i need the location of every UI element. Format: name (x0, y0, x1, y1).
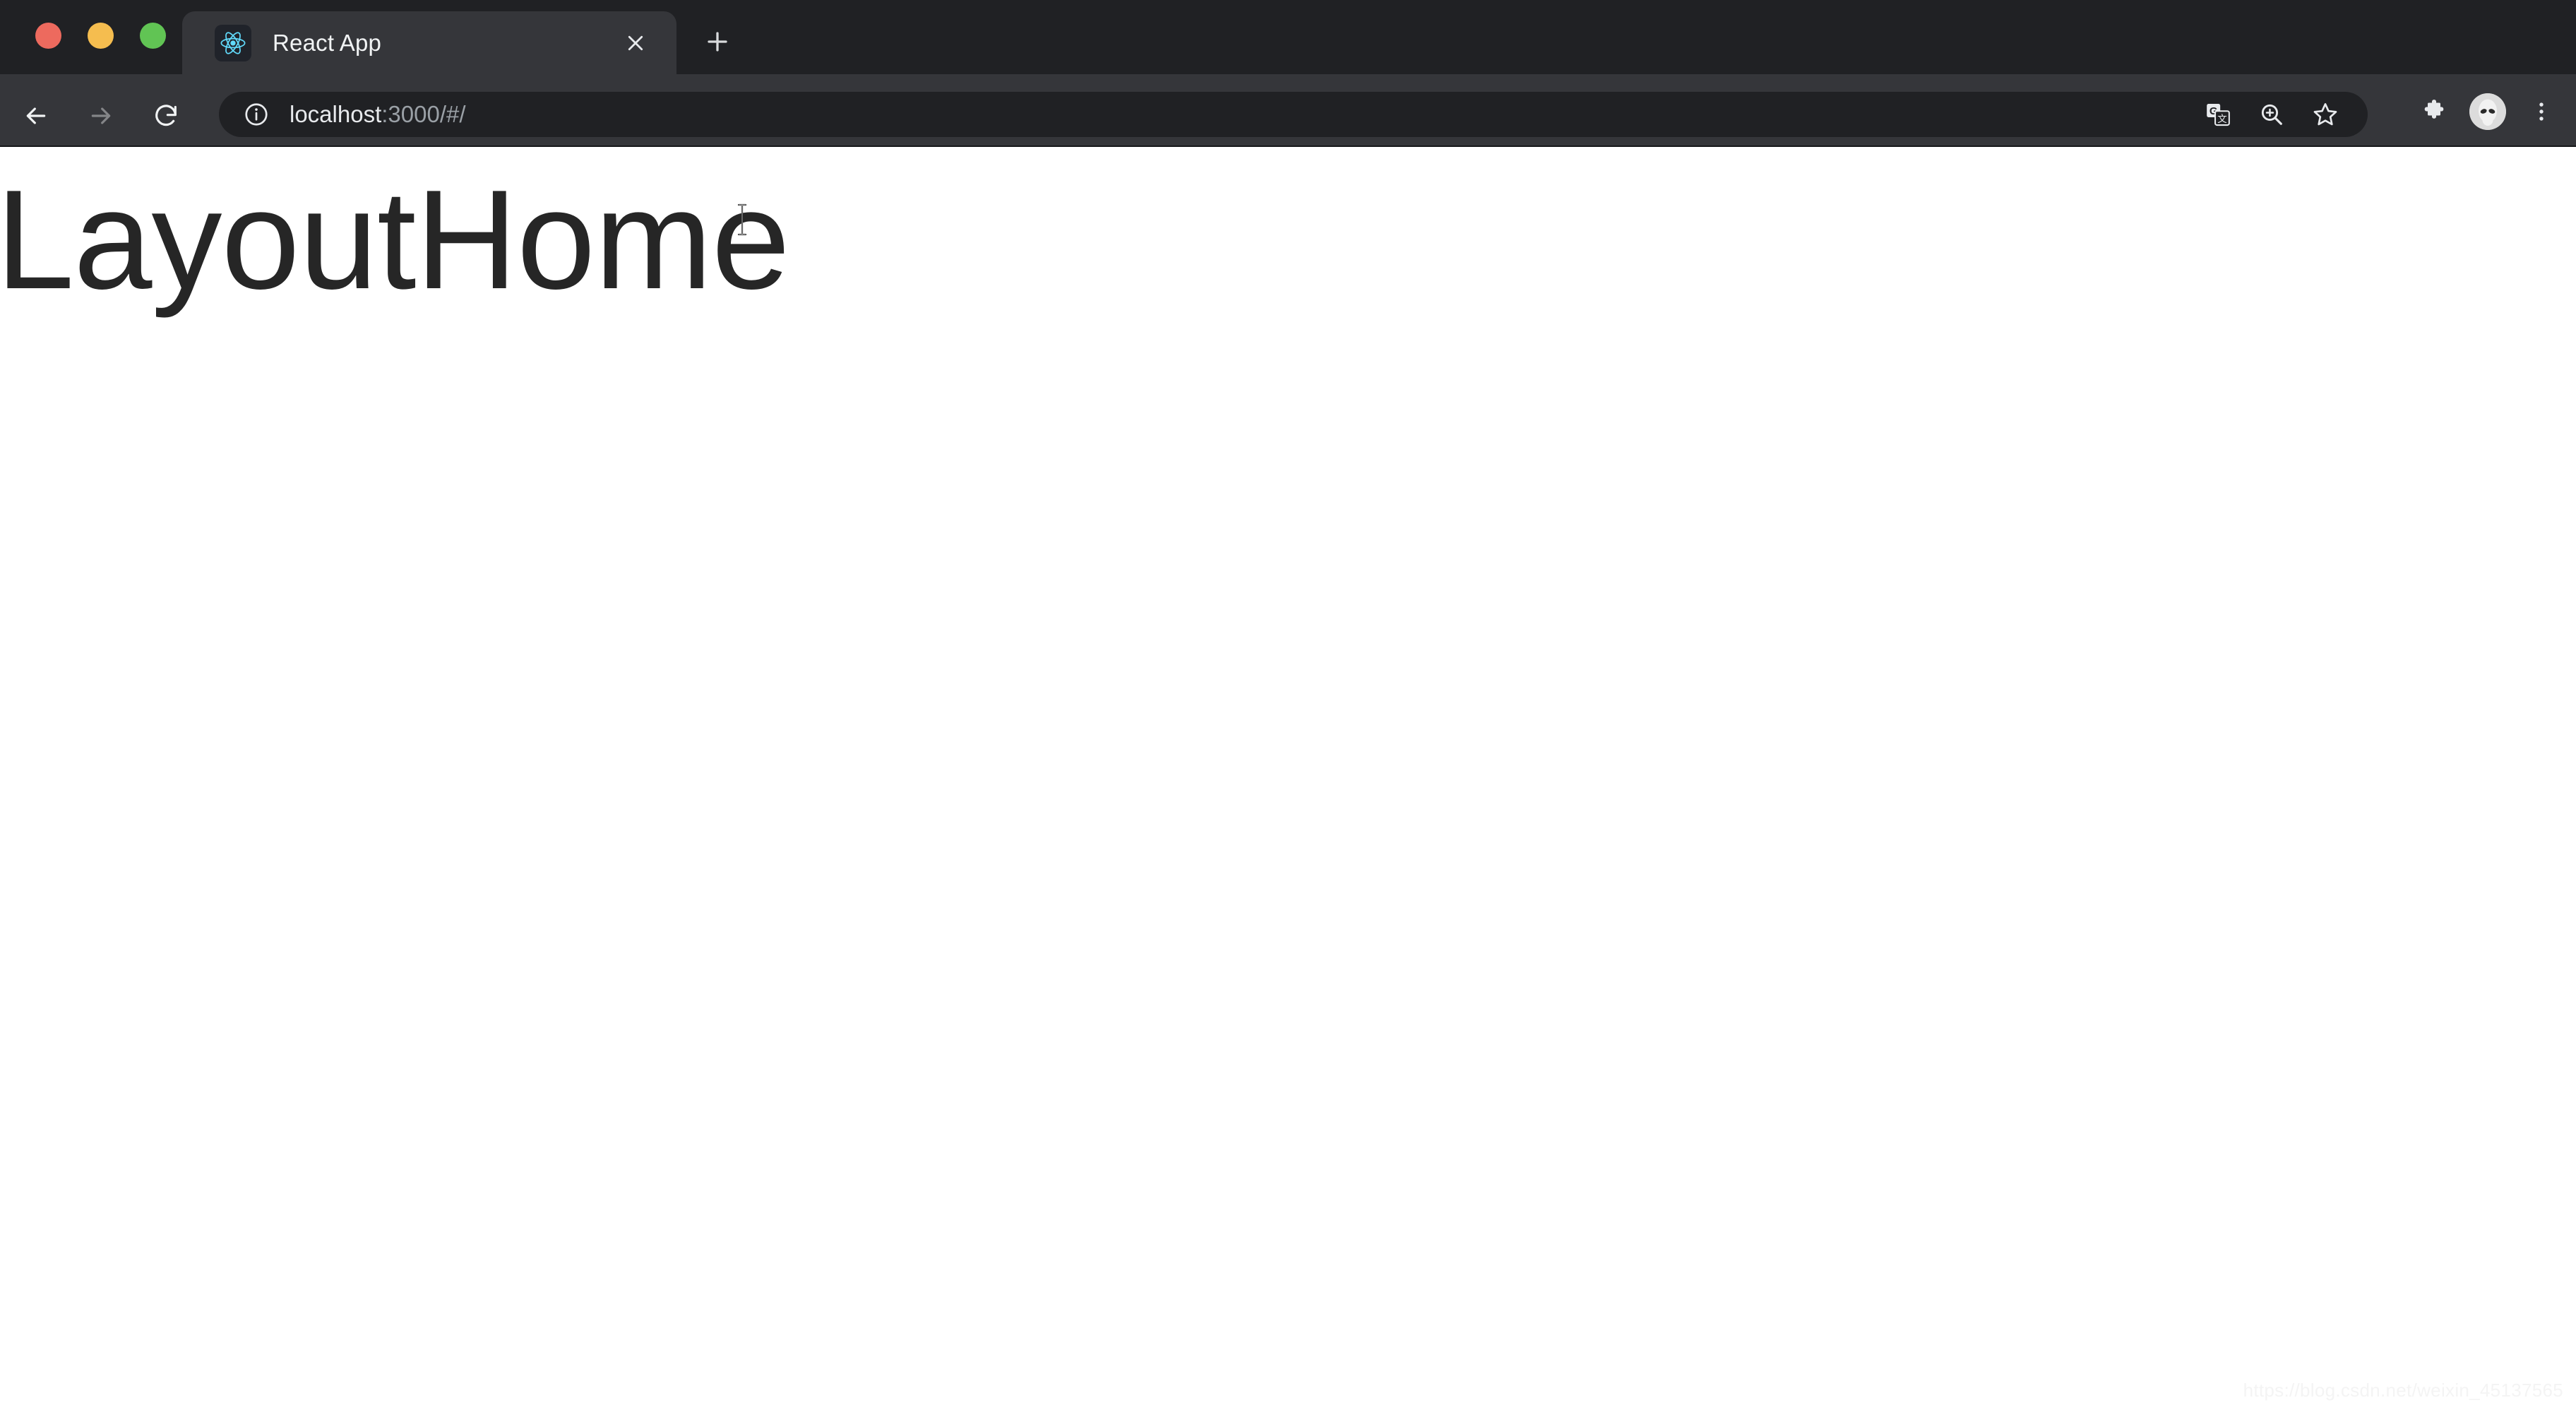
page-viewport: LayoutHome https://blog.csdn.net/weixin_… (0, 147, 2576, 1417)
forward-button[interactable] (79, 94, 123, 138)
tab-title: React App (273, 29, 382, 56)
avatar (2469, 93, 2506, 130)
address-bar[interactable]: localhost:3000/#/ G 文 (219, 92, 2368, 137)
profile-avatar[interactable] (2466, 90, 2510, 134)
window-close-button[interactable] (35, 23, 61, 49)
react-logo-icon (215, 24, 251, 61)
back-button[interactable] (14, 94, 58, 138)
toolbar-actions (2412, 90, 2563, 134)
bookmark-star-icon[interactable] (2304, 93, 2347, 136)
tab-close-icon[interactable] (617, 25, 654, 61)
text-ibeam-cursor (736, 203, 749, 236)
chrome-menu-icon[interactable] (2520, 90, 2563, 134)
navigation-buttons (14, 94, 188, 138)
translate-icon[interactable]: G 文 (2197, 93, 2239, 136)
url-text: localhost:3000/#/ (290, 101, 2197, 128)
svg-text:文: 文 (2217, 114, 2226, 124)
browser-tab-react-app[interactable]: React App (182, 11, 676, 74)
window-minimize-button[interactable] (88, 23, 114, 49)
url-path: :3000/#/ (381, 101, 466, 127)
watermark: https://blog.csdn.net/weixin_45137565 (2243, 1380, 2563, 1401)
extensions-icon[interactable] (2412, 90, 2456, 134)
window-maximize-button[interactable] (140, 23, 166, 49)
browser-window: React App localhost:3000/#/ G 文 LayoutHo… (0, 0, 2576, 1417)
zoom-in-icon[interactable] (2250, 93, 2293, 136)
url-host: localhost (290, 101, 382, 127)
new-tab-button[interactable] (696, 20, 739, 64)
info-circle-icon[interactable] (242, 100, 271, 129)
tab-strip: React App (0, 0, 2576, 74)
browser-toolbar: localhost:3000/#/ G 文 (0, 74, 2576, 147)
omnibox-actions: G 文 (2197, 93, 2347, 136)
reload-button[interactable] (144, 94, 188, 138)
window-controls (35, 23, 166, 49)
page-title: LayoutHome (0, 161, 790, 319)
